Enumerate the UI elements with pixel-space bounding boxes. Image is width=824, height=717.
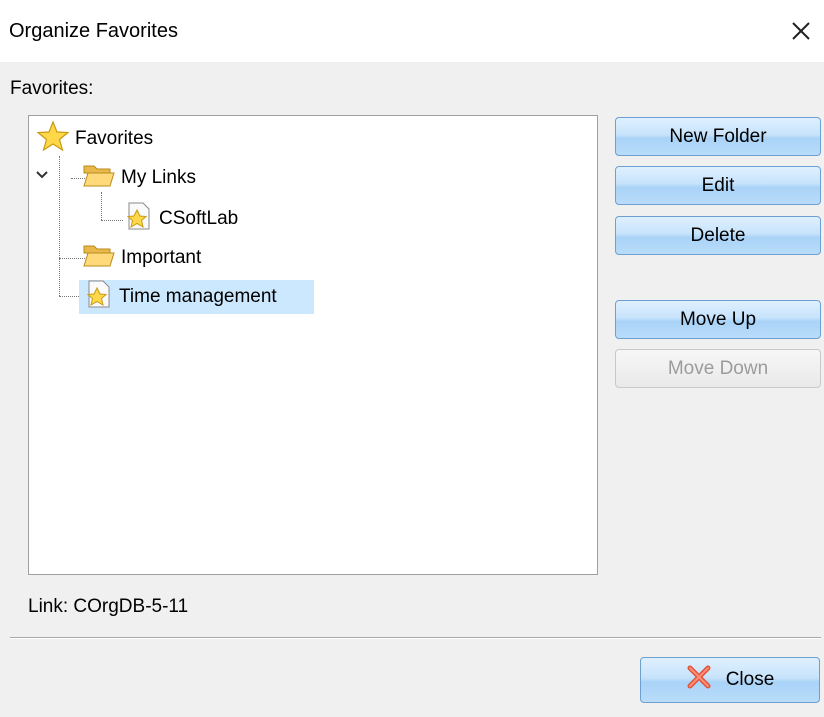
tree-connector: [101, 220, 123, 221]
tree-root-label: Favorites: [75, 128, 154, 149]
title-bar: Organize Favorites: [0, 0, 824, 62]
tree-item-important[interactable]: Important: [83, 241, 207, 275]
tree-connector: [59, 258, 85, 259]
delete-button[interactable]: Delete: [615, 216, 821, 255]
tree-root[interactable]: Favorites: [36, 120, 159, 158]
edit-button[interactable]: Edit: [615, 166, 821, 205]
favorite-link-icon: [123, 201, 153, 237]
tree-connector: [101, 192, 102, 220]
tree-item-csoftlab[interactable]: CSoftLab: [123, 202, 244, 236]
folder-open-icon: [83, 161, 115, 195]
tree-item-time-management[interactable]: Time management: [79, 280, 314, 314]
window-close-icon[interactable]: [786, 16, 816, 46]
close-x-icon: [686, 664, 712, 696]
move-down-button[interactable]: Move Down: [615, 349, 821, 388]
new-folder-button[interactable]: New Folder: [615, 117, 821, 156]
close-button-label: Close: [725, 669, 775, 690]
star-icon: [36, 120, 70, 158]
favorites-tree[interactable]: Favorites My Links CSoftLab Important Ti…: [28, 115, 598, 575]
window-title: Organize Favorites: [9, 20, 178, 42]
link-info: Link: COrgDB-5-11: [28, 596, 189, 617]
folder-open-icon: [83, 241, 115, 275]
favorites-label: Favorites:: [10, 78, 94, 99]
separator: [10, 637, 821, 639]
chevron-down-icon[interactable]: [35, 166, 49, 188]
tree-item-label: CSoftLab: [159, 208, 239, 229]
favorite-link-icon: [83, 279, 113, 315]
tree-item-label: My Links: [121, 167, 196, 188]
tree-item-label: Time management: [119, 286, 277, 307]
tree-item-label: Important: [121, 247, 202, 268]
move-up-button[interactable]: Move Up: [615, 300, 821, 339]
tree-item-my-links[interactable]: My Links: [83, 161, 202, 195]
close-button[interactable]: Close: [640, 657, 820, 703]
tree-connector: [59, 156, 60, 296]
